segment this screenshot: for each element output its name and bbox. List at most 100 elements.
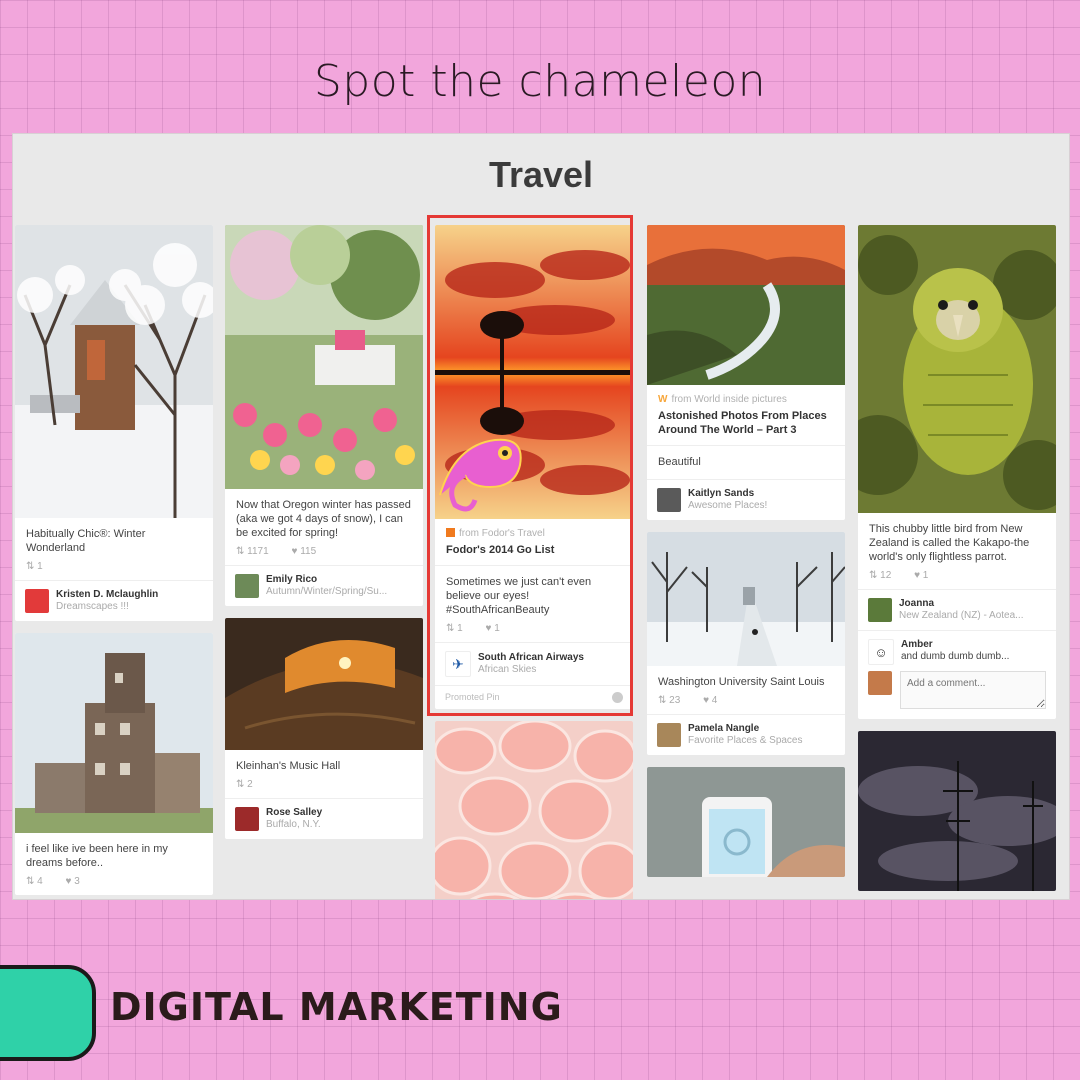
pin-column-3: from Fodor's Travel Fodor's 2014 Go List… [435,225,633,899]
like-count: ♥ 3 [65,876,80,887]
pin-card[interactable]: Washington University Saint Louis ⇅ 23 ♥… [647,532,845,755]
pin-card[interactable]: Habitually Chic®: Winter Wonderland ⇅ 1 … [15,225,213,621]
pin-stats: ⇅ 1 [15,559,213,580]
pin-image-snowy-campus[interactable] [647,532,845,666]
pin-note: Beautiful [658,456,701,468]
avatar[interactable] [235,574,259,598]
pinner-name[interactable]: South African Airways [478,652,628,664]
pin-card[interactable]: This chubby little bird from New Zealand… [858,225,1056,719]
pinner-name[interactable]: Rose Salley [266,807,416,819]
board-name[interactable]: Buffalo, N.Y. [266,819,416,831]
pin-image-stormy-ship[interactable] [858,731,1056,891]
pin-stats: ⇅ 4 ♥ 3 [15,874,213,895]
pin-image-waterfall[interactable] [647,225,845,385]
pin-image-snowy-house[interactable] [15,225,213,518]
pin-attribution[interactable]: Kaitlyn Sands Awesome Places! [647,479,845,520]
pinner-name[interactable]: Kaitlyn Sands [688,488,838,500]
comment-composer [858,665,1056,719]
pin-source[interactable]: Wfrom World inside pictures [647,385,845,407]
like-count: ♥ 1 [914,570,929,581]
pin-attribution[interactable]: Pamela Nangle Favorite Places & Spaces [647,714,845,755]
pin-attribution[interactable]: Emily Rico Autumn/Winter/Spring/Su... [225,565,423,606]
pin-source[interactable]: from Fodor's Travel [435,519,633,541]
pin-description: Sometimes we just can't even believe our… [446,576,592,616]
repin-count: ⇅ 12 [869,570,892,581]
commenter-name[interactable]: Amber [901,639,1051,651]
comment: ☺ Amber and dumb dumb dumb... [858,630,1056,665]
accent-pill [0,965,96,1061]
board-name[interactable]: African Skies [478,664,628,676]
pin-column-4: Wfrom World inside pictures Astonished P… [647,225,845,889]
avatar[interactable] [235,807,259,831]
pin-attribution[interactable]: Kristen D. Mclaughlin Dreamscapes !!! [15,580,213,621]
pin-image-sunset-reflection[interactable] [435,225,633,519]
pinner-name[interactable]: Pamela Nangle [688,723,838,735]
promoted-pin-card[interactable]: from Fodor's Travel Fodor's 2014 Go List… [435,225,633,709]
pin-description: Kleinhan's Music Hall [236,760,341,772]
pin-card[interactable]: Wfrom World inside pictures Astonished P… [647,225,845,520]
repin-count: ⇅ 1 [26,561,43,572]
repin-count: ⇅ 4 [26,876,43,887]
pin-description: This chubby little bird from New Zealand… [869,523,1030,563]
pin-description: i feel like ive been here in my dreams b… [26,843,168,869]
comment-input[interactable] [900,671,1046,709]
pin-image-seashells[interactable] [435,721,633,899]
pin-image-phone-hand[interactable] [647,767,845,877]
pin-image-music-hall[interactable] [225,618,423,750]
airline-logo-icon[interactable]: ✈ [445,651,471,677]
info-icon[interactable] [612,692,623,703]
comment-text: and dumb dumb dumb... [901,651,1010,662]
repin-count: ⇅ 1 [446,623,463,634]
pin-attribution[interactable]: Joanna New Zealand (NZ) - Aotea... [858,589,1056,630]
like-count: ♥ 1 [485,623,500,634]
pin-stats: ⇅ 2 [225,777,423,798]
pin-card[interactable]: Now that Oregon winter has passed (aka w… [225,225,423,606]
pinner-name[interactable]: Emily Rico [266,574,416,586]
pin-column-5: This chubby little bird from New Zealand… [858,225,1056,899]
pin-card[interactable]: i feel like ive been here in my dreams b… [15,633,213,895]
pin-image-garden-flowers[interactable] [225,225,423,489]
pin-card[interactable] [647,767,845,877]
avatar[interactable] [657,723,681,747]
like-count: ♥ 115 [291,546,317,557]
like-count: ♥ 4 [703,695,718,706]
pin-stats: ⇅ 1 ♥ 1 [435,621,633,642]
pin-description: Now that Oregon winter has passed (aka w… [236,499,411,539]
pin-title[interactable]: Astonished Photos From Places Around The… [647,407,845,445]
pin-title[interactable]: Fodor's 2014 Go List [435,541,633,565]
pin-attribution[interactable]: Rose Salley Buffalo, N.Y. [225,798,423,839]
board-name[interactable]: New Zealand (NZ) - Aotea... [899,610,1049,622]
repin-count: ⇅ 2 [236,779,253,790]
brand-label: DIGITAL MARKETING [110,985,563,1029]
person-icon[interactable]: ☺ [868,639,894,665]
pin-image-stacked-house[interactable] [15,633,213,833]
pin-card[interactable] [435,721,633,899]
source-logo-icon: W [658,394,668,405]
pin-stats: ⇅ 23 ♥ 4 [647,693,845,714]
repin-count: ⇅ 1171 [236,546,269,557]
avatar[interactable] [25,589,49,613]
repin-count: ⇅ 23 [658,695,681,706]
pin-attribution[interactable]: ✈ South African Airways African Skies [435,642,633,685]
headline: Spot the chameleon [313,56,767,107]
board-name[interactable]: Awesome Places! [688,500,838,512]
pin-card[interactable] [858,731,1056,891]
board-name[interactable]: Favorite Places & Spaces [688,735,838,747]
pin-card[interactable]: Kleinhan's Music Hall ⇅ 2 Rose Salley Bu… [225,618,423,839]
pin-image-kakapo-parrot[interactable] [858,225,1056,513]
pin-description: Habitually Chic®: Winter Wonderland [26,528,146,554]
pin-stats: ⇅ 12 ♥ 1 [858,568,1056,589]
avatar[interactable] [657,488,681,512]
pinner-name[interactable]: Joanna [899,598,1049,610]
avatar[interactable] [868,598,892,622]
pin-description: Washington University Saint Louis [658,676,825,688]
pin-stats: ⇅ 1171 ♥ 115 [225,544,423,565]
pin-column-2: Now that Oregon winter has passed (aka w… [225,225,423,851]
pinner-name[interactable]: Kristen D. Mclaughlin [56,589,206,601]
board-name[interactable]: Dreamscapes !!! [56,601,206,613]
avatar[interactable] [868,671,892,695]
pin-column-1: Habitually Chic®: Winter Wonderland ⇅ 1 … [15,225,213,899]
board-title: Travel [488,154,594,195]
board-name[interactable]: Autumn/Winter/Spring/Su... [266,586,416,598]
promoted-label: Promoted Pin [435,685,633,709]
